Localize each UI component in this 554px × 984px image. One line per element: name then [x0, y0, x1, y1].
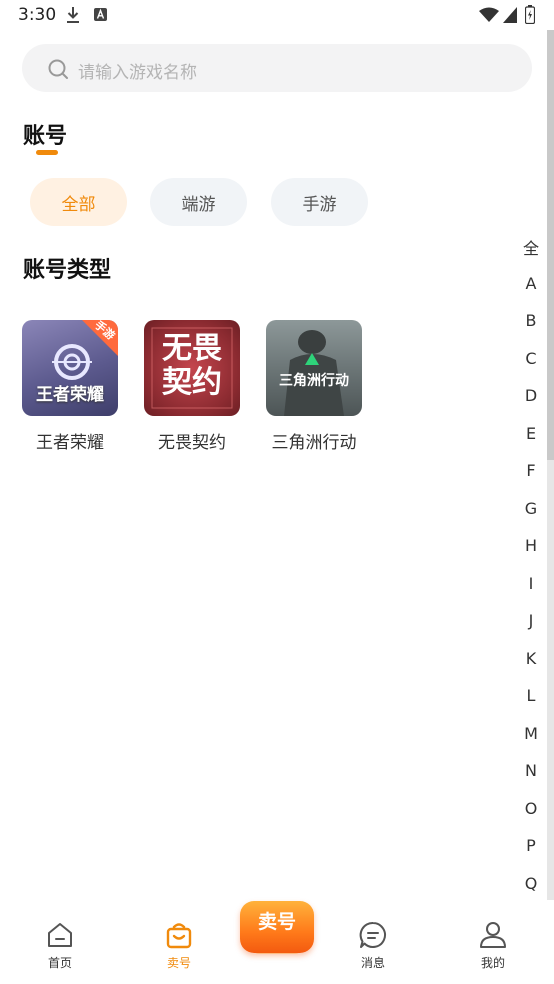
game-card-valorant[interactable]: 无畏契约 无畏契约 — [144, 320, 240, 453]
user-icon — [480, 922, 506, 948]
signal-icon — [503, 7, 517, 23]
game-name: 王者荣耀 — [36, 433, 104, 453]
wifi-icon — [479, 7, 499, 22]
alpha-index-b[interactable]: B — [519, 311, 543, 330]
shopping-bag-icon — [166, 923, 192, 949]
game-name: 三角洲行动 — [271, 433, 357, 453]
sell-account-button-label: 卖号 — [257, 911, 296, 933]
alpha-index-o[interactable]: O — [519, 799, 543, 818]
alpha-index-i[interactable]: I — [519, 574, 543, 593]
filter-chip-pc[interactable]: 端游 — [150, 178, 247, 226]
game-card-delta-force[interactable]: 三角洲行动 三角洲行动 — [266, 320, 362, 453]
alpha-index-c[interactable]: C — [519, 349, 543, 368]
page: 3:30 请输入游戏名称 账号 全部 端游 手游 账号类型 手游 王者荣耀 王者… — [0, 0, 554, 984]
game-thumbnail: 无畏契约 — [144, 320, 240, 416]
game-thumbnail: 三角洲行动 — [266, 320, 362, 416]
status-bar: 3:30 — [0, 0, 554, 30]
alpha-index-n[interactable]: N — [519, 761, 543, 780]
tab-messages-label: 消息 — [360, 956, 385, 970]
tab-sell-label: 卖号 — [166, 956, 191, 970]
alpha-index-g[interactable]: G — [519, 499, 543, 518]
game-logo-text: 王者荣耀 — [36, 385, 104, 405]
alpha-index-k[interactable]: K — [519, 649, 543, 668]
alpha-index-f[interactable]: F — [519, 461, 543, 480]
tab-sell[interactable]: 卖号 — [149, 920, 209, 971]
tab-home-label: 首页 — [47, 956, 72, 970]
a-badge-icon — [94, 8, 107, 21]
alpha-index-a[interactable]: A — [519, 274, 543, 293]
tab-home[interactable]: 首页 — [30, 920, 90, 971]
alpha-index-d[interactable]: D — [519, 386, 543, 405]
tab-messages[interactable]: 消息 — [343, 920, 403, 971]
alpha-index-l[interactable]: L — [519, 686, 543, 705]
battery-icon — [525, 5, 535, 24]
game-thumbnail: 手游 王者荣耀 — [22, 320, 118, 416]
alpha-index-j[interactable]: J — [519, 611, 543, 630]
game-logo-text: 三角洲行动 — [279, 373, 349, 389]
filter-chip-all[interactable]: 全部 — [30, 178, 127, 226]
alpha-index-q[interactable]: Q — [519, 874, 543, 893]
download-icon — [67, 7, 79, 23]
message-bubble-icon — [359, 921, 386, 948]
scrollbar-thumb[interactable] — [547, 30, 554, 460]
alpha-index-p[interactable]: P — [519, 836, 543, 855]
delta-force-soldier-icon — [284, 330, 344, 416]
section-title-account-type: 账号类型 — [23, 258, 112, 283]
section-title-account: 账号 — [23, 124, 68, 149]
tab-mine-label: 我的 — [480, 956, 505, 970]
game-logo-text: 无畏契约 — [162, 331, 222, 400]
alpha-index-m[interactable]: M — [519, 724, 543, 743]
title-underline — [36, 150, 58, 155]
alpha-index-all[interactable]: 全 — [519, 235, 543, 259]
alpha-index-e[interactable]: E — [519, 424, 543, 443]
tab-mine[interactable]: 我的 — [463, 920, 523, 971]
search-icon — [48, 59, 68, 79]
status-time: 3:30 — [18, 5, 57, 25]
game-card-honor-of-kings[interactable]: 手游 王者荣耀 王者荣耀 — [22, 320, 118, 453]
home-icon — [48, 923, 72, 947]
alpha-index-h[interactable]: H — [519, 536, 543, 555]
search-placeholder: 请输入游戏名称 — [78, 63, 197, 83]
filter-chip-mobile[interactable]: 手游 — [271, 178, 368, 226]
game-name: 无畏契约 — [158, 433, 226, 453]
